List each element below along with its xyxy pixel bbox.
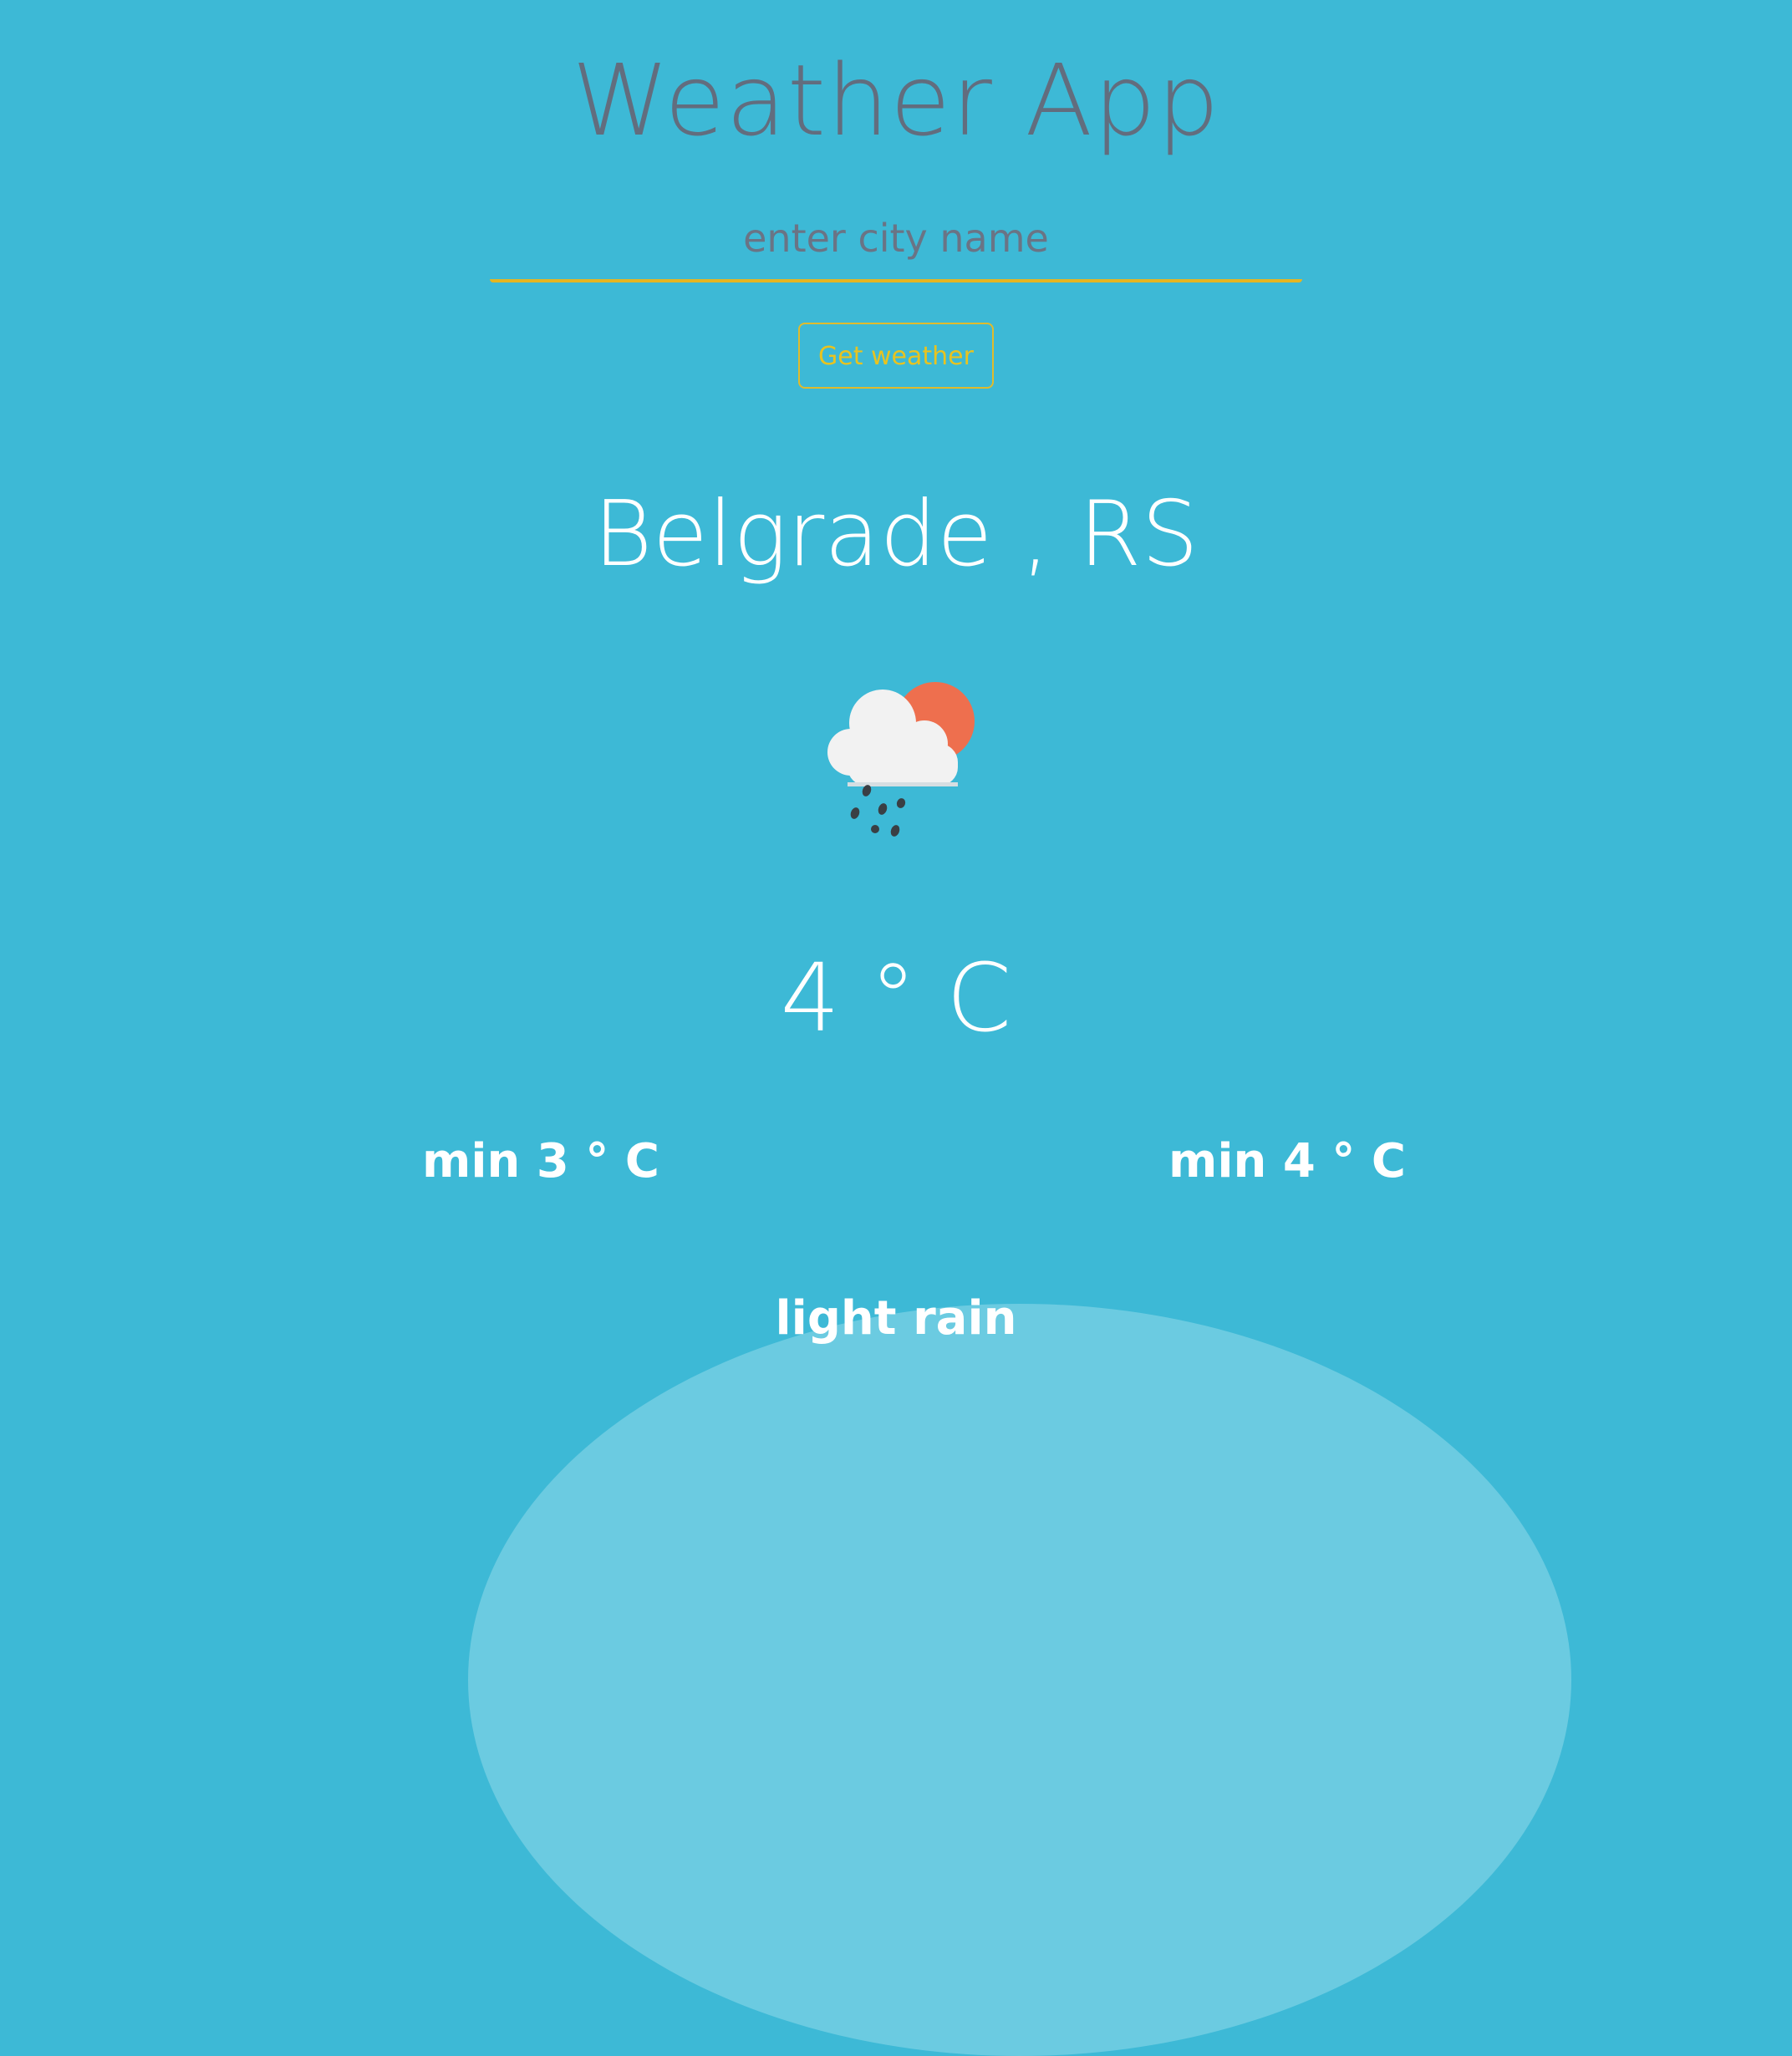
weather-app: Weather App Get weather Belgrade , RS 4 … [0, 0, 1792, 1443]
get-weather-button[interactable]: Get weather [798, 323, 994, 389]
city-name: Belgrade , RS [593, 482, 1199, 587]
cloud-sun-rain-icon [827, 682, 975, 837]
current-temperature: 4 ° C [780, 944, 1012, 1053]
weather-description: light rain [775, 1291, 1017, 1346]
city-search-input[interactable] [490, 207, 1302, 269]
min-temperature-right: min 4 ° C [1168, 1134, 1406, 1188]
min-temperature-left: min 3 ° C [422, 1134, 659, 1188]
city-search-field [490, 207, 1302, 282]
app-title: Weather App [572, 43, 1220, 158]
